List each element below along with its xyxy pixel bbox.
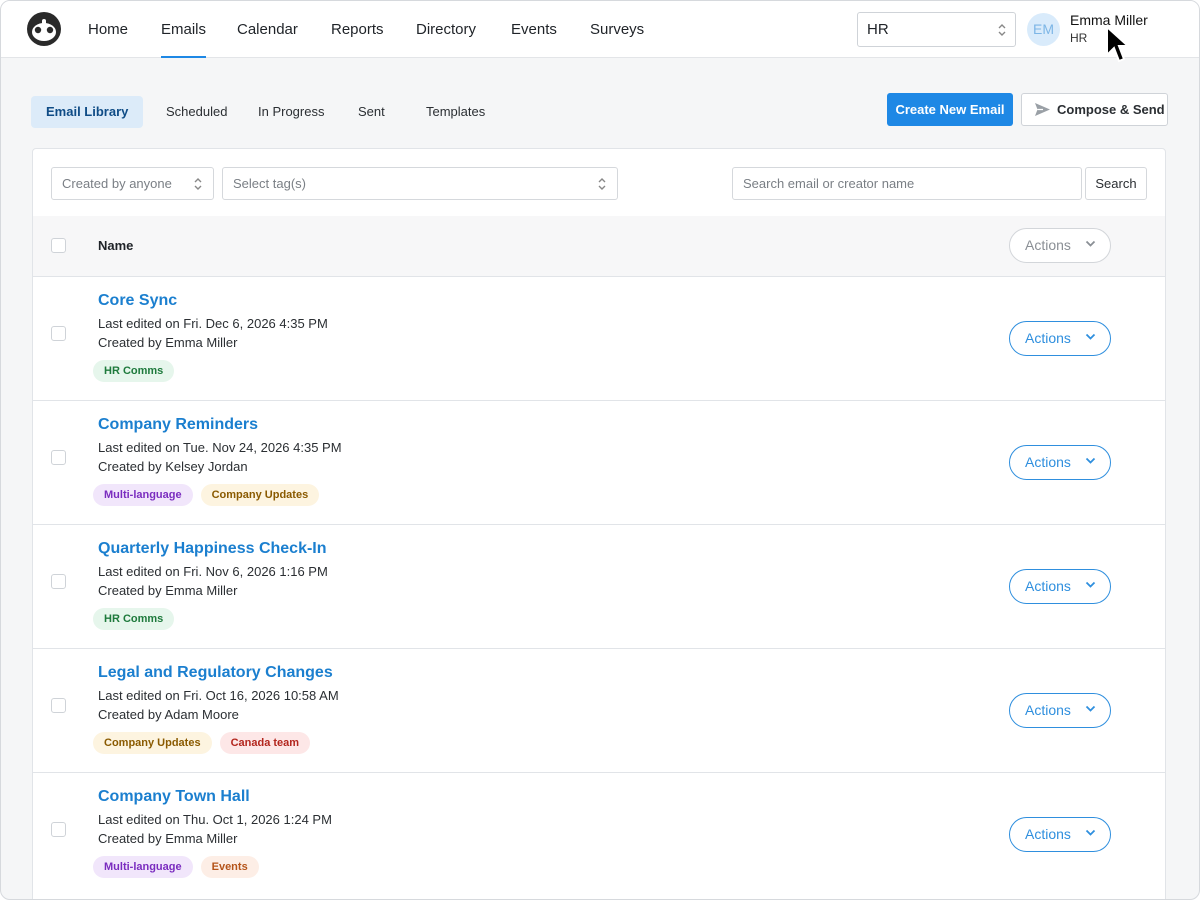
bulk-actions-button[interactable]: Actions: [1009, 228, 1111, 263]
email-title-link[interactable]: Company Reminders: [98, 416, 258, 434]
nav-emails[interactable]: Emails: [161, 1, 207, 58]
column-header-name: Name: [98, 238, 134, 253]
tab-templates[interactable]: Templates: [426, 96, 485, 128]
created-by-text: Created by Adam Moore: [98, 707, 239, 722]
table-row[interactable]: Core Sync Last edited on Fri. Dec 6, 202…: [33, 276, 1165, 400]
last-edited-text: Last edited on Fri. Nov 6, 2026 1:16 PM: [98, 564, 328, 579]
search-input[interactable]: Search email or creator name: [732, 167, 1082, 200]
created-by-text: Created by Emma Miller: [98, 335, 238, 350]
chevron-down-icon: [1085, 240, 1096, 247]
tag-badge: HR Comms: [93, 360, 175, 382]
workspace-select[interactable]: HR: [857, 12, 1016, 47]
row-checkbox[interactable]: [51, 698, 66, 713]
tab-in-progress[interactable]: In Progress: [258, 96, 324, 128]
tab-sent[interactable]: Sent: [358, 96, 385, 128]
compose-send-label: Compose & Send: [1057, 102, 1165, 117]
row-actions-label: Actions: [1025, 578, 1071, 594]
tag-list: Company Updates Canada team: [93, 732, 311, 754]
nav-events[interactable]: Events: [511, 1, 557, 58]
nav-reports[interactable]: Reports: [331, 1, 384, 58]
nav-surveys[interactable]: Surveys: [590, 1, 644, 58]
tag-badge: Multi-language: [93, 484, 193, 506]
email-title-link[interactable]: Quarterly Happiness Check-In: [98, 540, 327, 558]
email-title-link[interactable]: Company Town Hall: [98, 788, 250, 806]
chevron-down-icon: [1085, 829, 1096, 836]
mouse-pointer-icon: [1106, 25, 1131, 63]
created-by-text: Created by Emma Miller: [98, 583, 238, 598]
tab-scheduled[interactable]: Scheduled: [166, 96, 227, 128]
row-actions-label: Actions: [1025, 454, 1071, 470]
create-new-email-button[interactable]: Create New Email: [887, 93, 1013, 126]
tab-email-library[interactable]: Email Library: [31, 96, 144, 128]
last-edited-text: Last edited on Fri. Dec 6, 2026 4:35 PM: [98, 316, 328, 331]
app-window: Home Emails Calendar Reports Directory E…: [0, 0, 1200, 900]
row-checkbox[interactable]: [51, 450, 66, 465]
row-actions-button[interactable]: Actions: [1009, 569, 1111, 604]
tag-badge: Company Updates: [93, 732, 212, 754]
table-header: Name Actions: [33, 216, 1165, 276]
row-checkbox[interactable]: [51, 574, 66, 589]
top-navigation-bar: Home Emails Calendar Reports Directory E…: [1, 1, 1199, 58]
row-actions-button[interactable]: Actions: [1009, 321, 1111, 356]
chevron-down-icon: [1085, 457, 1096, 464]
search-placeholder: Search email or creator name: [743, 176, 915, 191]
send-icon: [1035, 103, 1050, 116]
created-by-text: Created by Emma Miller: [98, 831, 238, 846]
tag-badge: Events: [200, 856, 259, 878]
up-down-chevron-icon: [598, 178, 606, 190]
tag-list: Multi-language Company Updates: [93, 484, 320, 506]
chevron-down-icon: [1085, 333, 1096, 340]
tag-list: Multi-language Events: [93, 856, 259, 878]
bulk-actions-label: Actions: [1025, 237, 1071, 253]
row-checkbox[interactable]: [51, 326, 66, 341]
chevron-down-icon: [1085, 705, 1096, 712]
tag-list: HR Comms: [93, 608, 175, 630]
email-library-card: Created by anyone Select tag(s) Search e…: [32, 148, 1166, 899]
up-down-chevron-icon: [194, 178, 202, 190]
user-role: HR: [1070, 31, 1088, 45]
table-row[interactable]: Legal and Regulatory Changes Last edited…: [33, 648, 1165, 772]
tag-list: HR Comms: [93, 360, 175, 382]
nav-home[interactable]: Home: [88, 1, 128, 58]
tags-select[interactable]: Select tag(s): [222, 167, 618, 200]
up-down-chevron-icon: [998, 24, 1006, 36]
table-row[interactable]: Quarterly Happiness Check-In Last edited…: [33, 524, 1165, 648]
search-button[interactable]: Search: [1085, 167, 1147, 200]
row-checkbox[interactable]: [51, 822, 66, 837]
select-all-checkbox[interactable]: [51, 238, 66, 253]
tag-badge: Multi-language: [93, 856, 193, 878]
tags-placeholder: Select tag(s): [233, 176, 306, 191]
last-edited-text: Last edited on Thu. Oct 1, 2026 1:24 PM: [98, 812, 332, 827]
last-edited-text: Last edited on Fri. Oct 16, 2026 10:58 A…: [98, 688, 339, 703]
created-by-select[interactable]: Created by anyone: [51, 167, 214, 200]
row-actions-button[interactable]: Actions: [1009, 693, 1111, 728]
row-actions-button[interactable]: Actions: [1009, 445, 1111, 480]
row-actions-label: Actions: [1025, 702, 1071, 718]
workspace-select-value: HR: [867, 21, 889, 38]
row-actions-label: Actions: [1025, 330, 1071, 346]
created-by-text: Created by Kelsey Jordan: [98, 459, 248, 474]
monkey-logo-icon[interactable]: [25, 11, 63, 47]
email-title-link[interactable]: Legal and Regulatory Changes: [98, 664, 333, 682]
table-row[interactable]: Company Reminders Last edited on Tue. No…: [33, 400, 1165, 524]
row-actions-label: Actions: [1025, 826, 1071, 842]
email-title-link[interactable]: Core Sync: [98, 292, 177, 310]
tag-badge: Company Updates: [200, 484, 320, 506]
created-by-value: Created by anyone: [62, 176, 172, 191]
nav-calendar[interactable]: Calendar: [237, 1, 298, 58]
table-row[interactable]: Company Town Hall Last edited on Thu. Oc…: [33, 772, 1165, 896]
chevron-down-icon: [1085, 581, 1096, 588]
row-actions-button[interactable]: Actions: [1009, 817, 1111, 852]
avatar[interactable]: EM: [1027, 13, 1060, 46]
compose-send-button[interactable]: Compose & Send: [1021, 93, 1168, 126]
nav-directory[interactable]: Directory: [416, 1, 476, 58]
tag-badge: Canada team: [219, 732, 311, 754]
last-edited-text: Last edited on Tue. Nov 24, 2026 4:35 PM: [98, 440, 342, 455]
tag-badge: HR Comms: [93, 608, 175, 630]
